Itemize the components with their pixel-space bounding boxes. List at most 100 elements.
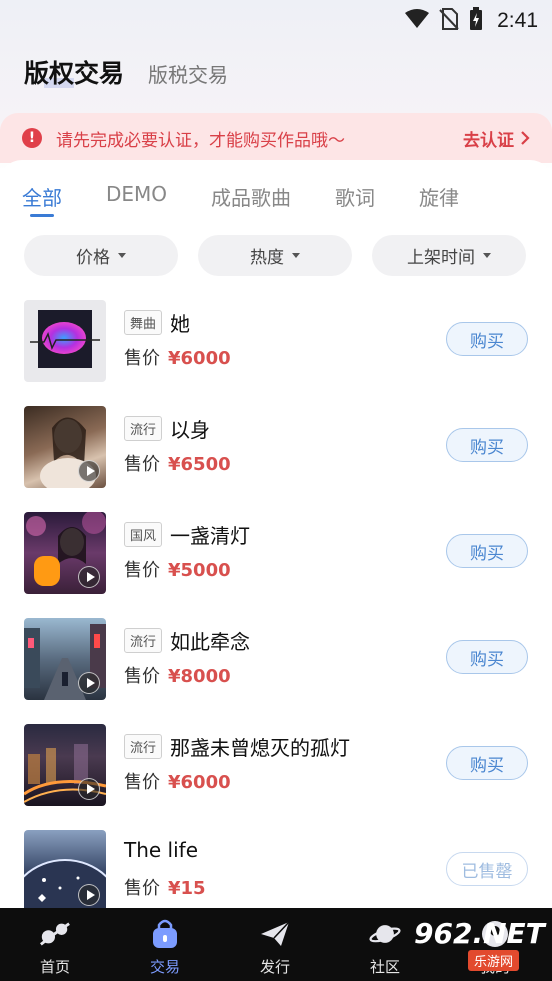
bag-icon xyxy=(149,918,181,950)
nav-publish[interactable]: 发行 xyxy=(220,908,330,981)
title-row: 流行 以身 xyxy=(124,414,210,443)
cover-image[interactable] xyxy=(24,512,106,594)
sold-out-button[interactable]: 已售罄 xyxy=(446,852,528,886)
caret-down-icon xyxy=(118,253,126,258)
caret-down-icon xyxy=(483,253,491,258)
title-row: 舞曲 她 xyxy=(124,308,190,337)
price-value: ¥6500 xyxy=(168,454,231,475)
price-value: ¥6000 xyxy=(168,772,231,793)
status-time: 2:41 xyxy=(497,9,538,32)
genre-tag: 流行 xyxy=(124,628,163,653)
price-value: ¥8000 xyxy=(168,666,231,687)
paper-plane-icon xyxy=(259,918,291,950)
list-item[interactable]: 舞曲 她 售价 ¥6000 购买 xyxy=(0,298,552,404)
price-row: 售价 ¥6000 xyxy=(124,344,231,370)
tab-lyrics[interactable]: 歌词 xyxy=(335,182,375,216)
cover-image[interactable] xyxy=(24,724,106,806)
tab-copyright-trade[interactable]: 版权交易 xyxy=(24,54,124,90)
list-item[interactable]: 流行 如此牵念 售价 ¥8000 购买 xyxy=(0,616,552,722)
nav-publish-label: 发行 xyxy=(259,958,290,976)
watermark-bottom: 乐游网 xyxy=(468,950,520,971)
no-sim-icon xyxy=(439,8,459,34)
cover-image[interactable] xyxy=(24,406,106,488)
play-icon[interactable] xyxy=(78,460,100,482)
price-label: 售价 xyxy=(124,560,160,581)
filter-price-label: 价格 xyxy=(76,248,110,268)
play-icon[interactable] xyxy=(78,566,100,588)
cover-image[interactable] xyxy=(24,300,106,382)
buy-button[interactable]: 购买 xyxy=(446,640,528,674)
top-tabs: 版权交易 版税交易 xyxy=(24,54,228,90)
song-title: 那盏未曾熄灭的孤灯 xyxy=(170,736,351,760)
filter-bar: 价格 热度 上架时间 xyxy=(24,235,526,276)
price-row: 售价 ¥8000 xyxy=(124,662,231,688)
genre-tag: 流行 xyxy=(124,734,163,759)
filter-popularity-label: 热度 xyxy=(250,248,284,268)
status-icons: 2:41 xyxy=(405,7,538,35)
price-label: 售价 xyxy=(124,348,160,369)
price-label: 售价 xyxy=(124,454,160,475)
genre-tag: 流行 xyxy=(124,416,163,441)
nav-trade[interactable]: 交易 xyxy=(110,908,220,981)
title-row: 流行 那盏未曾熄灭的孤灯 xyxy=(124,732,350,761)
price-row: 售价 ¥6500 xyxy=(124,450,231,476)
nav-home[interactable]: 首页 xyxy=(0,908,110,981)
nav-community-label: 社区 xyxy=(369,958,400,976)
list-item[interactable]: 国风 一盏清灯 售价 ¥5000 购买 xyxy=(0,510,552,616)
list-item[interactable]: The life 售价 ¥15 已售罄 xyxy=(0,828,552,908)
play-icon[interactable] xyxy=(78,672,100,694)
filter-listing-time-label: 上架时间 xyxy=(407,248,475,268)
buy-button[interactable]: 购买 xyxy=(446,534,528,568)
saturn-icon xyxy=(369,918,401,950)
song-title: 如此牵念 xyxy=(170,630,251,654)
tab-all[interactable]: 全部 xyxy=(22,182,62,217)
song-title: 以身 xyxy=(170,418,211,442)
song-title: 她 xyxy=(170,312,191,336)
buy-button[interactable]: 购买 xyxy=(446,746,528,780)
tab-melody[interactable]: 旋律 xyxy=(419,182,459,216)
filter-popularity[interactable]: 热度 xyxy=(198,235,352,276)
category-tabs: 全部 DEMO 成品歌曲 歌词 旋律 xyxy=(22,182,503,217)
filter-price[interactable]: 价格 xyxy=(24,235,178,276)
price-value: ¥15 xyxy=(168,878,206,899)
price-value: ¥5000 xyxy=(168,560,231,581)
notice-text: 请先完成必要认证，才能购买作品哦～ xyxy=(56,130,345,151)
price-row: 售价 ¥15 xyxy=(124,874,206,900)
buy-button[interactable]: 购买 xyxy=(446,322,528,356)
price-value: ¥6000 xyxy=(168,348,231,369)
price-label: 售价 xyxy=(124,878,160,899)
site-watermark-logo: 962.NET 乐游网 xyxy=(414,917,548,977)
buy-button[interactable]: 购买 xyxy=(446,428,528,462)
nav-trade-label: 交易 xyxy=(149,958,180,976)
cover-image[interactable] xyxy=(24,830,106,908)
filter-listing-time[interactable]: 上架时间 xyxy=(372,235,526,276)
cover-image[interactable] xyxy=(24,618,106,700)
go-verify-label: 去认证 xyxy=(463,130,514,151)
title-row: The life xyxy=(124,838,198,862)
price-row: 售价 ¥5000 xyxy=(124,556,231,582)
battery-charging-icon xyxy=(469,7,483,35)
title-row: 流行 如此牵念 xyxy=(124,626,250,655)
verification-notice: ! 请先完成必要认证，才能购买作品哦～ 去认证 xyxy=(0,113,552,163)
list-item[interactable]: 流行 以身 售价 ¥6500 购买 xyxy=(0,404,552,510)
nav-home-label: 首页 xyxy=(39,958,70,976)
planet-icon xyxy=(39,918,71,950)
go-verify-link[interactable]: 去认证 xyxy=(463,126,530,151)
genre-tag: 舞曲 xyxy=(124,310,163,335)
song-title: 一盏清灯 xyxy=(170,524,251,548)
list-item[interactable]: 流行 那盏未曾熄灭的孤灯 售价 ¥6000 购买 xyxy=(0,722,552,828)
status-bar: 2:41 xyxy=(0,0,552,40)
play-icon[interactable] xyxy=(78,884,100,906)
chevron-right-icon xyxy=(521,131,530,145)
alert-circle-icon: ! xyxy=(22,128,42,148)
title-row: 国风 一盏清灯 xyxy=(124,520,250,549)
tab-royalty-trade[interactable]: 版税交易 xyxy=(148,59,228,88)
watermark-top: 962.NET xyxy=(414,917,545,950)
price-row: 售价 ¥6000 xyxy=(124,768,231,794)
tab-finished-songs[interactable]: 成品歌曲 xyxy=(211,182,291,216)
song-title: The life xyxy=(124,838,199,862)
wifi-icon xyxy=(405,9,430,33)
play-icon[interactable] xyxy=(78,778,100,800)
genre-tag: 国风 xyxy=(124,522,163,547)
tab-demo[interactable]: DEMO xyxy=(106,182,167,216)
